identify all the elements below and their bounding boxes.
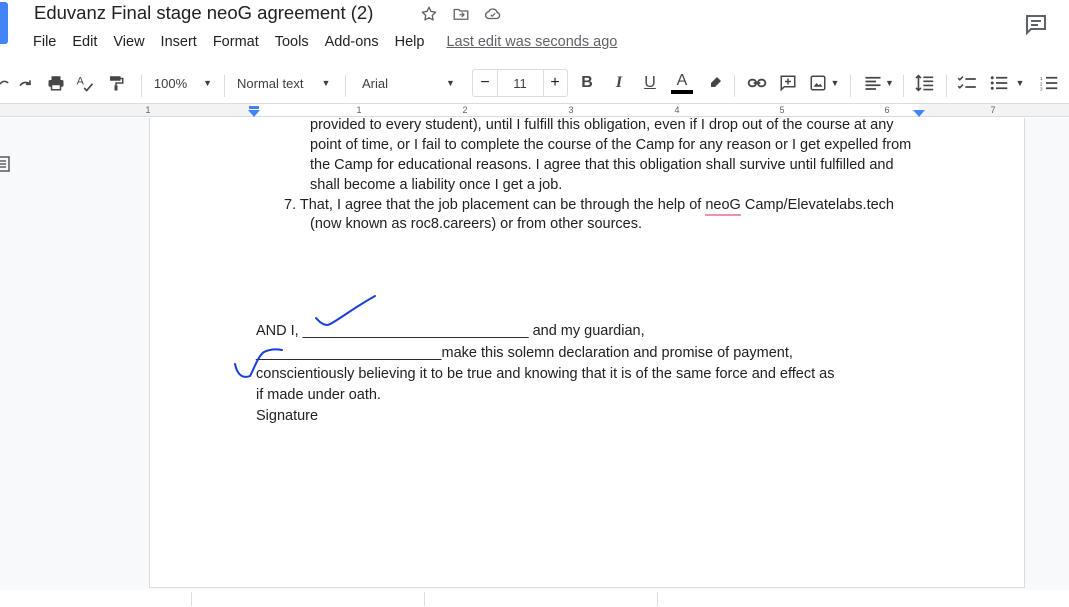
ruler-number: 6 xyxy=(884,105,890,115)
font-family-value: Arial xyxy=(362,75,389,91)
zoom-value: 100% xyxy=(153,75,188,91)
spelling-flagged-word[interactable]: neoG xyxy=(705,197,741,216)
document-canvas: provided to every student), until I fulf… xyxy=(0,118,1069,607)
left-indent-marker[interactable] xyxy=(248,110,260,117)
insert-link-icon[interactable] xyxy=(745,70,769,96)
font-size-input[interactable]: 11 xyxy=(499,73,541,93)
handwritten-checkmark xyxy=(315,295,376,327)
bold-button[interactable]: B xyxy=(576,70,598,96)
zoom-select[interactable]: 100% ▼ xyxy=(150,70,216,96)
menu-help[interactable]: Help xyxy=(395,34,425,50)
chevron-down-icon: ▼ xyxy=(321,78,331,88)
redo-icon[interactable] xyxy=(14,70,38,96)
font-size-control: − 11 + xyxy=(472,69,568,97)
svg-text:1: 1 xyxy=(1040,76,1043,81)
comment-history-icon[interactable] xyxy=(1024,12,1048,36)
document-title[interactable]: Eduvanz Final stage neoG agreement (2) xyxy=(34,2,373,24)
handwritten-checkmark xyxy=(234,348,283,378)
last-edit-link[interactable]: Last edit was seconds ago xyxy=(446,34,617,50)
chevron-down-icon: ▼ xyxy=(446,78,455,88)
list-item-7: 7. That, I agree that the job placement … xyxy=(284,195,894,216)
cloud-saved-icon[interactable] xyxy=(482,3,504,25)
first-line-indent-marker[interactable] xyxy=(249,106,259,109)
svg-text:A: A xyxy=(77,76,85,88)
svg-text:3: 3 xyxy=(1040,87,1043,92)
spellcheck-icon[interactable]: A xyxy=(73,70,97,96)
add-comment-icon[interactable] xyxy=(776,70,800,96)
text-color-label: A xyxy=(676,71,688,89)
highlight-color-icon[interactable] xyxy=(704,70,726,96)
list-text-before: That, I agree that the job placement can… xyxy=(299,197,706,213)
print-icon[interactable] xyxy=(44,70,68,96)
right-indent-marker[interactable] xyxy=(913,110,925,117)
checklist-icon[interactable] xyxy=(955,70,979,96)
star-icon[interactable] xyxy=(418,3,440,25)
declaration-line-2: _______________________make this solemn … xyxy=(256,343,793,363)
decrease-font-size-button[interactable]: − xyxy=(475,73,495,93)
chevron-down-icon: ▼ xyxy=(885,78,894,88)
increase-font-size-button[interactable]: + xyxy=(545,73,565,93)
ruler-number: 2 xyxy=(462,105,468,115)
declaration-line-3: conscientiously believing it to be true … xyxy=(256,366,835,382)
ruler-number: 1 xyxy=(356,105,362,115)
chevron-down-icon: ▼ xyxy=(203,78,213,88)
chevron-down-icon: ▼ xyxy=(830,78,840,88)
menu-format[interactable]: Format xyxy=(213,34,259,50)
ruler-number: 1 xyxy=(145,105,151,115)
list-text-after: Camp/Elevatelabs.tech xyxy=(740,197,894,213)
align-icon[interactable]: ▼ xyxy=(861,70,897,96)
insert-image-icon[interactable]: ▼ xyxy=(806,70,842,96)
signature-label: Signature xyxy=(256,408,319,424)
svg-text:2: 2 xyxy=(1040,81,1043,86)
ruler[interactable]: 1 1 2 3 4 5 6 7 xyxy=(0,103,1069,117)
text-color-button[interactable]: A xyxy=(670,70,694,96)
italic-button[interactable]: I xyxy=(608,70,630,96)
document-outline-icon[interactable] xyxy=(0,156,10,172)
paragraph-line: provided to every student), until I fulf… xyxy=(310,118,894,133)
bottom-bar xyxy=(0,590,1069,607)
menu-tools[interactable]: Tools xyxy=(275,34,309,50)
menu-file[interactable]: File xyxy=(33,34,56,50)
paragraph-style-value: Normal text xyxy=(237,75,304,91)
menu-edit[interactable]: Edit xyxy=(72,34,97,50)
list-item-7-line2: (now known as roc8.careers) or from othe… xyxy=(310,216,643,232)
ruler-number: 3 xyxy=(568,105,574,115)
ruler-number: 7 xyxy=(990,105,996,115)
font-family-select[interactable]: Arial ▼ xyxy=(355,70,463,96)
toolbar: A 100% ▼ Normal text ▼ Arial ▼ − 11 + B … xyxy=(0,66,1069,100)
list-number: 7. xyxy=(284,197,297,213)
ruler-number: 4 xyxy=(674,105,680,115)
numbered-list-icon[interactable]: 123 xyxy=(1037,70,1061,96)
undo-icon[interactable] xyxy=(0,70,14,96)
move-to-folder-icon[interactable] xyxy=(450,3,472,25)
declaration-and-i: AND I, xyxy=(256,323,303,339)
chevron-down-icon: ▼ xyxy=(1015,78,1025,88)
paint-format-icon[interactable] xyxy=(104,70,128,96)
bulleted-list-icon[interactable]: ▼ xyxy=(986,70,1028,96)
menu-add-ons[interactable]: Add-ons xyxy=(325,34,379,50)
line-spacing-icon[interactable] xyxy=(912,70,938,96)
paragraph-line: shall become a liability once I get a jo… xyxy=(310,177,563,193)
paragraph-line: point of time, or I fail to complete the… xyxy=(310,137,912,153)
text-color-swatch xyxy=(671,89,693,94)
paragraph-style-select[interactable]: Normal text ▼ xyxy=(232,70,336,96)
docs-logo[interactable] xyxy=(0,2,8,44)
menu-view[interactable]: View xyxy=(113,34,144,50)
paragraph-line: the Camp for educational reasons. I agre… xyxy=(310,157,894,173)
ruler-number: 5 xyxy=(779,105,785,115)
declaration-guardian: and my guardian, xyxy=(528,323,645,339)
document-page[interactable]: provided to every student), until I fulf… xyxy=(149,118,1025,588)
declaration-line-4: if made under oath. xyxy=(256,387,381,403)
menu-insert[interactable]: Insert xyxy=(161,34,197,50)
declaration-promise: make this solemn declaration and promise… xyxy=(441,345,793,361)
underline-button[interactable]: U xyxy=(639,70,661,96)
